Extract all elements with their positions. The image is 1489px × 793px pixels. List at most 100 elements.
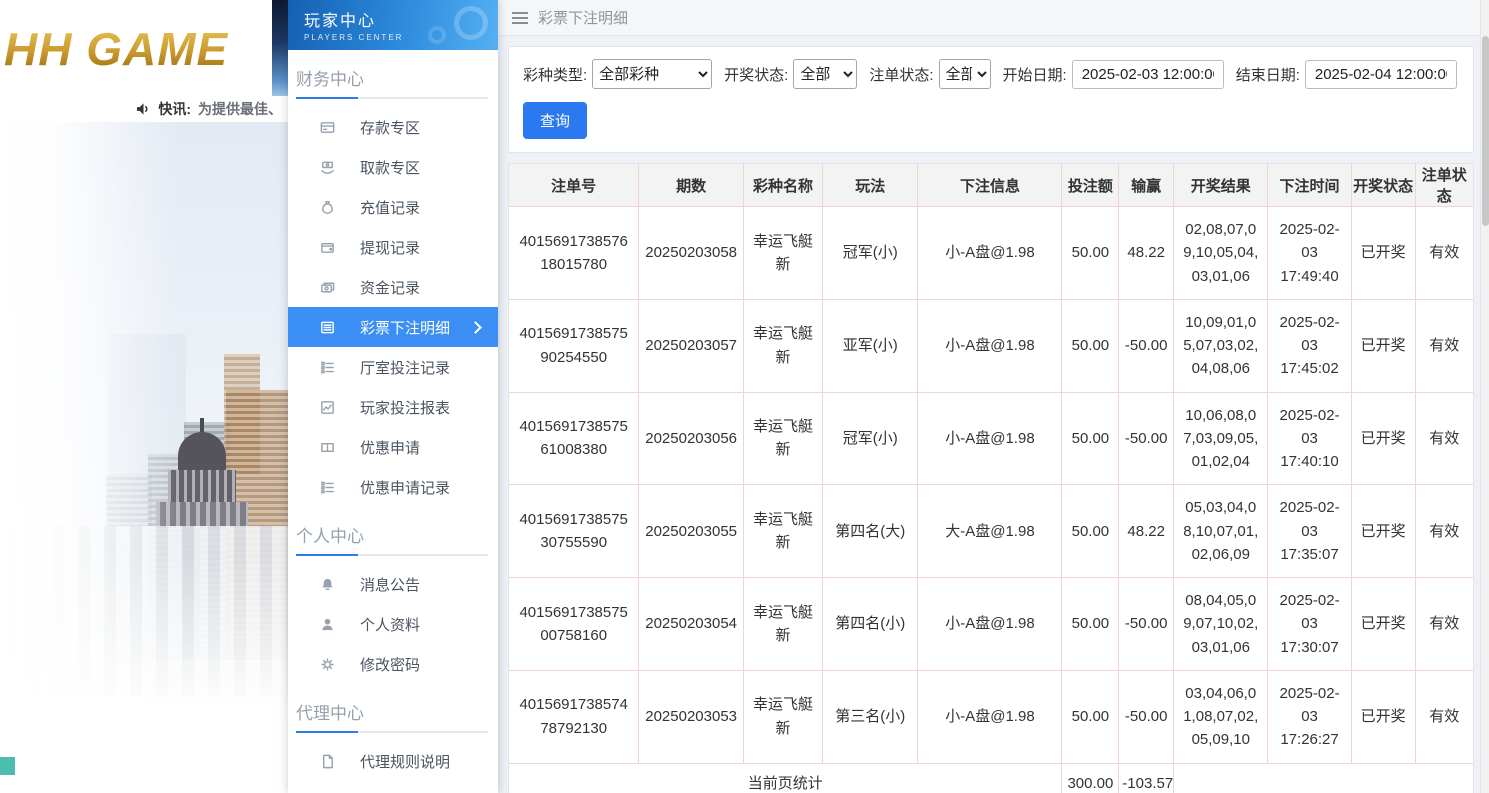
table-cell: 已开奖 xyxy=(1350,577,1416,671)
wallet-icon xyxy=(318,238,336,256)
draw-status-select[interactable]: 全部 xyxy=(793,59,858,89)
lottery-type-select[interactable]: 全部彩种 xyxy=(592,59,713,89)
sidebar-item-label: 个人资料 xyxy=(360,616,421,634)
sidebar-item[interactable]: 取款专区 xyxy=(288,147,498,187)
withdraw-hand-icon xyxy=(318,158,336,176)
sidebar-item[interactable]: 优惠申请 xyxy=(288,427,498,467)
table-row: 401569173857590254550 20250203057 幸运飞艇新 亚军(… xyxy=(509,298,1473,393)
query-button[interactable]: 查询 xyxy=(523,102,588,139)
bell-icon xyxy=(318,575,336,593)
column-header: 注单号 xyxy=(509,164,640,207)
sidebar-nav: 财务中心存款专区取款专区充值记录提现记录资金记录 彩票下注明细 厅室投注记录玩家投注… xyxy=(288,50,498,793)
promo-ticket-icon xyxy=(318,438,336,456)
table-cell: 冠军(小) xyxy=(822,391,919,486)
circle-decoration-icon xyxy=(428,26,446,44)
summary-label: 当前页统计 xyxy=(509,762,1063,793)
scrollbar-thumb[interactable] xyxy=(1482,36,1489,226)
order-status-select[interactable]: 全部 xyxy=(938,59,991,89)
table-cell: -50.00 xyxy=(1118,577,1175,671)
table-cell: 第四名(大) xyxy=(822,484,919,578)
table-cell: 20250203056 xyxy=(638,391,744,486)
section-underline xyxy=(296,97,488,99)
table-cell: 20250203058 xyxy=(638,206,744,300)
sidebar-item[interactable]: 代理团队统计 xyxy=(288,781,498,793)
table-cell: 20250203054 xyxy=(638,577,744,671)
player-center-sidebar: 玩家中心 PLAYERS CENTER 财务中心 存款专区 取款专区 充值记录 提现记录… xyxy=(288,0,498,793)
sidebar-item[interactable]: 消息公告 xyxy=(288,564,498,604)
page-scrollbar[interactable] xyxy=(1480,0,1489,793)
start-date-label: 开始日期: xyxy=(1002,66,1067,84)
summary-empty-cell xyxy=(1173,762,1473,793)
end-date-input[interactable] xyxy=(1304,59,1457,89)
table-row: 401569173857500758160 20250203054 幸运飞艇新 第四名… xyxy=(509,577,1473,671)
sidebar-item[interactable]: 充值记录 xyxy=(288,187,498,227)
column-header: 下注时间 xyxy=(1267,164,1352,207)
site-logo[interactable]: HH GAME xyxy=(4,22,228,76)
sidebar-item[interactable]: 资金记录 xyxy=(288,267,498,307)
sidebar-item[interactable]: 玩家投注报表 xyxy=(288,387,498,427)
table-cell: 20250203057 xyxy=(638,298,744,393)
table-cell: 已开奖 xyxy=(1350,484,1416,578)
sidebar-item-label: 优惠申请记录 xyxy=(360,479,451,497)
document-icon xyxy=(318,752,336,770)
table-row: 401569173857530755590 20250203055 幸运飞艇新 第四名… xyxy=(509,484,1473,578)
section-label: 财务中心 xyxy=(296,70,364,89)
sidebar-item[interactable]: 个人资料 xyxy=(288,604,498,644)
table-row: 401569173857561008380 20250203056 幸运飞艇新 冠军(… xyxy=(509,391,1473,486)
bet-detail-table-card: 注单号 期数 彩种名称 玩法 下注信息 投注额 输赢 开奖结果 下注时间 开奖状态 注单状态 4015… xyxy=(508,163,1474,793)
column-header: 开奖状态 xyxy=(1350,164,1416,207)
sidebar-item[interactable]: 优惠申请记录 xyxy=(288,467,498,507)
table-cell: 50.00 xyxy=(1061,298,1120,393)
table-cell: 幸运飞艇新 xyxy=(742,577,824,671)
main-topbar: 彩票下注明细 xyxy=(498,0,1480,36)
table-cell: 2025-02-03 17:35:07 xyxy=(1267,484,1352,578)
sidebar-item-label: 提现记录 xyxy=(360,239,421,257)
sidebar-item-label: 玩家投注报表 xyxy=(360,399,451,417)
draw-status-label: 开奖状态: xyxy=(724,66,789,84)
table-cell: 10,06,08,07,03,09,05,01,02,04 xyxy=(1173,391,1269,486)
table-cell: 401569173857500758160 xyxy=(509,577,640,671)
bet-detail-table: 注单号 期数 彩种名称 玩法 下注信息 投注额 输赢 开奖结果 下注时间 开奖状态 注单状态 4015… xyxy=(509,164,1473,793)
corner-badge xyxy=(0,757,15,775)
sidebar-item[interactable]: 彩票下注明细 xyxy=(288,307,498,347)
table-cell: 小-A盘@1.98 xyxy=(917,298,1063,393)
table-cell: 有效 xyxy=(1414,391,1473,486)
table-row: 401569173857478792130 20250203053 幸运飞艇新 第三名… xyxy=(509,669,1473,764)
page-title: 彩票下注明细 xyxy=(538,10,629,27)
logo-area: HH GAME xyxy=(0,0,288,98)
sidebar-item[interactable]: 代理规则说明 xyxy=(288,741,498,781)
table-row: 401569173857618015780 20250203058 幸运飞艇新 冠军(… xyxy=(509,206,1473,300)
column-header: 投注额 xyxy=(1061,164,1120,207)
table-cell: 401569173857530755590 xyxy=(509,484,640,578)
table-cell: 小-A盘@1.98 xyxy=(917,206,1063,300)
sidebar-item[interactable]: 修改密码 xyxy=(288,644,498,684)
sidebar-item-label: 充值记录 xyxy=(360,199,421,217)
end-date-label: 结束日期: xyxy=(1235,66,1300,84)
section-label: 代理中心 xyxy=(296,704,364,723)
filter-panel: 彩种类型: 全部彩种 开奖状态: 全部 注单状态: 全部 开始日期: 结束日期:… xyxy=(508,46,1474,153)
sidebar-item[interactable]: 厅室投注记录 xyxy=(288,347,498,387)
table-cell: 2025-02-03 17:45:02 xyxy=(1267,298,1352,393)
table-cell: 幸运飞艇新 xyxy=(742,391,824,486)
background-cityscape xyxy=(0,122,288,793)
moneybag-icon xyxy=(318,198,336,216)
menu-toggle-icon[interactable] xyxy=(512,11,528,24)
table-cell: 有效 xyxy=(1414,577,1473,671)
sidebar-item-label: 消息公告 xyxy=(360,576,421,594)
report-chart-icon xyxy=(318,398,336,416)
table-cell: 50.00 xyxy=(1061,206,1120,300)
news-ticker: 快讯: 为提供最佳、 xyxy=(0,99,282,119)
sidebar-item-label: 取款专区 xyxy=(360,159,421,177)
sidebar-item[interactable]: 提现记录 xyxy=(288,227,498,267)
table-cell: 已开奖 xyxy=(1350,391,1416,486)
start-date-input[interactable] xyxy=(1071,59,1224,89)
table-cell: 08,04,05,09,07,10,02,03,01,06 xyxy=(1173,577,1269,671)
table-cell: 小-A盘@1.98 xyxy=(917,391,1063,486)
column-header: 开奖结果 xyxy=(1173,164,1269,207)
table-cell: 2025-02-03 17:40:10 xyxy=(1267,391,1352,486)
table-cell: 小-A盘@1.98 xyxy=(917,577,1063,671)
table-cell: 401569173857478792130 xyxy=(509,669,640,764)
table-cell: -50.00 xyxy=(1118,669,1175,764)
table-cell: 20250203053 xyxy=(638,669,744,764)
sidebar-item[interactable]: 存款专区 xyxy=(288,107,498,147)
